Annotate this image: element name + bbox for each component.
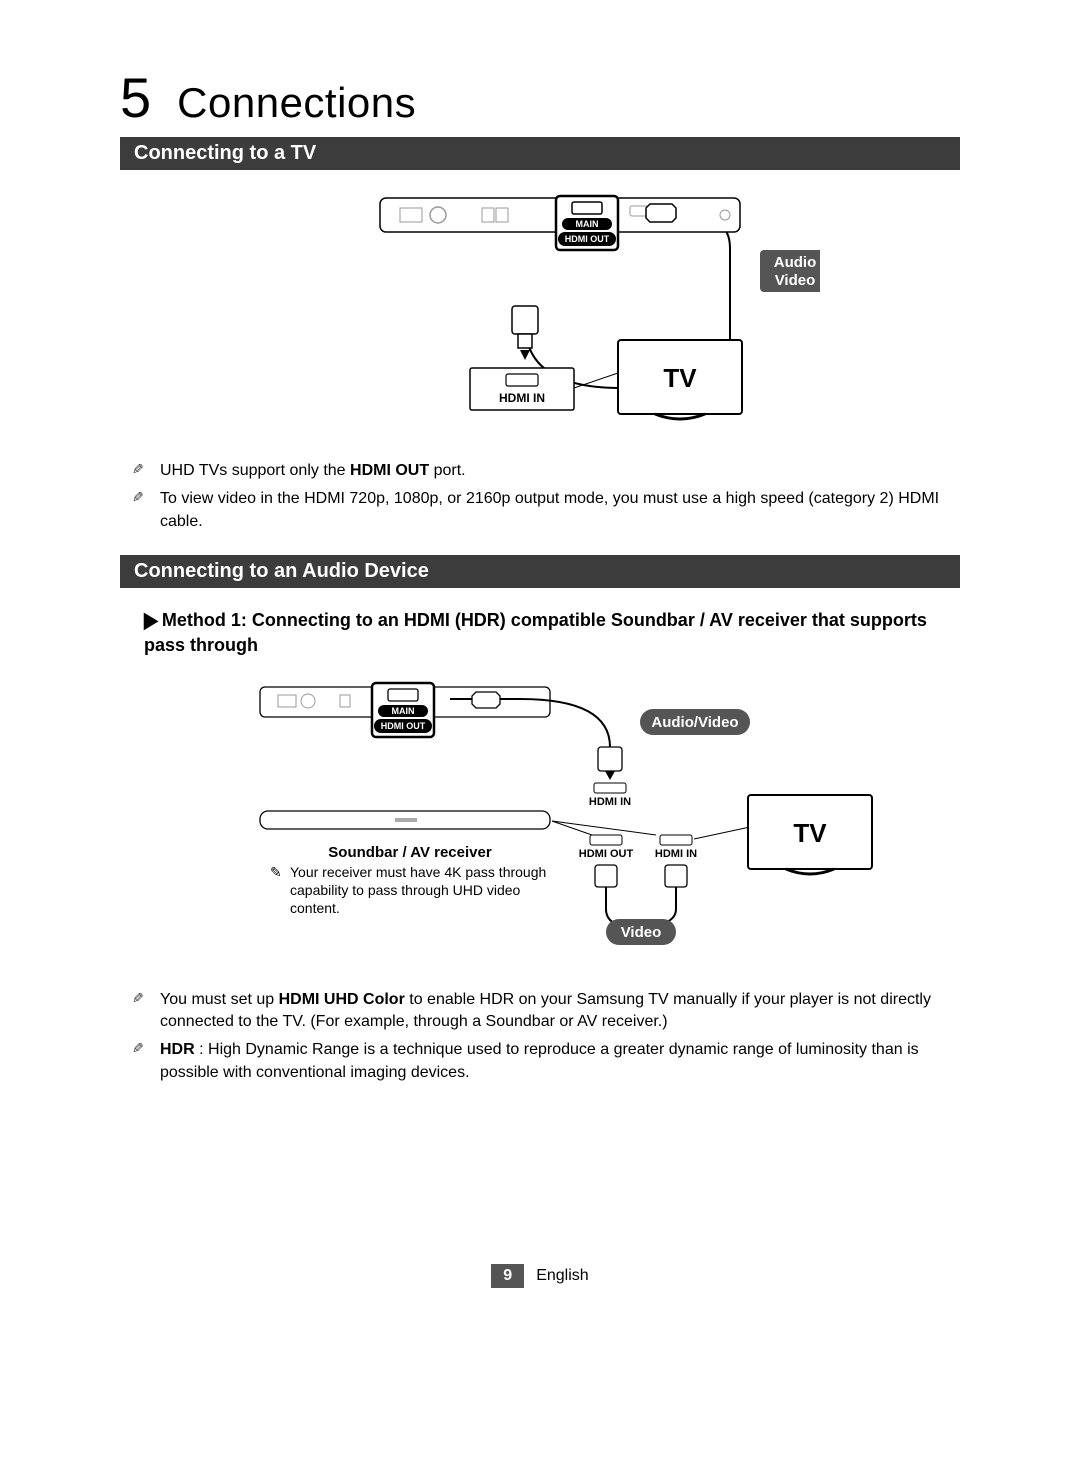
label-hdmi-out: HDMI OUT <box>565 234 610 244</box>
chapter-title: Connections <box>177 79 416 127</box>
chapter-number: 5 <box>120 70 151 126</box>
notes-connecting-audio: You must set up HDMI UHD Color to enable… <box>120 989 960 1085</box>
diagram-connecting-tv: MAIN HDMI OUT Audio Audio Video H <box>120 188 960 448</box>
label-hdmi-in: HDMI IN <box>499 391 545 405</box>
chapter-heading: 5 Connections <box>120 70 960 127</box>
label-main: MAIN <box>576 219 599 229</box>
label-hdmi-in-tv: HDMI IN <box>655 848 697 860</box>
label-hdmi-out-sb: HDMI OUT <box>579 848 634 860</box>
section-connecting-audio: Connecting to an Audio Device <box>120 555 960 588</box>
note-item: To view video in the HDMI 720p, 1080p, o… <box>160 488 960 533</box>
section-connecting-tv: Connecting to a TV <box>120 137 960 170</box>
page-footer: 9 English <box>120 1264 960 1288</box>
note-item: UHD TVs support only the HDMI OUT port. <box>160 460 960 482</box>
label-hdmi-in-sb: HDMI IN <box>589 796 631 808</box>
note-item: HDR : High Dynamic Range is a technique … <box>160 1039 960 1084</box>
soundbar-note-2: capability to pass through UHD video <box>290 882 521 898</box>
pill-video: Video <box>621 924 662 941</box>
page-language: English <box>536 1267 588 1284</box>
notes-connecting-tv: UHD TVs support only the HDMI OUT port. … <box>120 460 960 533</box>
soundbar-note-3: content. <box>290 900 340 916</box>
cable-audio2: Audio <box>774 254 817 271</box>
cable-video: Video <box>775 272 816 289</box>
label-tv2: TV <box>793 818 827 848</box>
soundbar-note-1: Your receiver must have 4K pass through <box>290 864 546 880</box>
svg-text:✎: ✎ <box>270 864 282 880</box>
label-tv: TV <box>663 363 697 393</box>
note-item: You must set up HDMI UHD Color to enable… <box>160 989 960 1034</box>
pill-audiovideo: Audio/Video <box>651 714 738 731</box>
label-main2: MAIN <box>392 706 415 716</box>
diagram-connecting-audio: MAIN HDMI OUT Audio/Video HDMI IN HDMI O… <box>120 677 960 977</box>
page-number: 9 <box>491 1264 524 1288</box>
label-soundbar: Soundbar / AV receiver <box>328 844 492 861</box>
method1-heading: ▶Method 1: Connecting to an HDMI (HDR) c… <box>144 608 960 658</box>
label-hdmi-out2: HDMI OUT <box>381 721 426 731</box>
